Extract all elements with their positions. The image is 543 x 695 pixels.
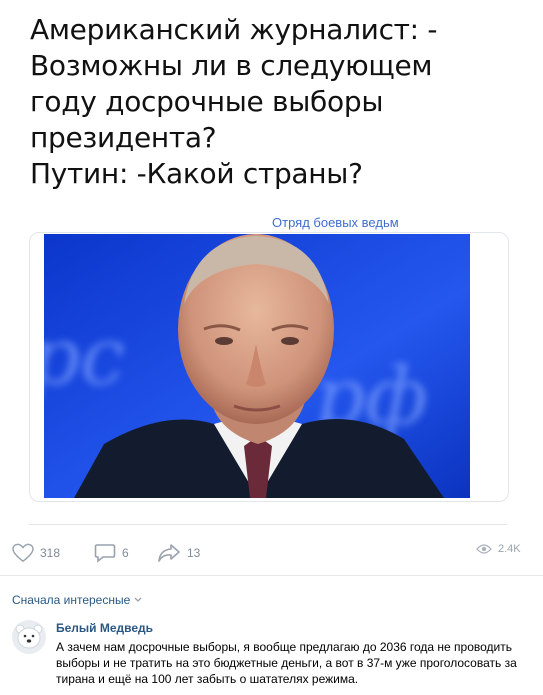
view-count: 2.4K (498, 543, 521, 555)
share-arrow-icon (158, 544, 180, 562)
repost-count: 13 (187, 546, 201, 560)
post-photo[interactable]: рс рф (44, 234, 470, 498)
backdrop-text-left: рс (44, 310, 125, 403)
meme-line: Путин: -Какой страны? (30, 157, 363, 190)
meme-line: Американский журналист: - (30, 13, 438, 46)
comment-icon (94, 544, 116, 563)
meme-line: президента? (30, 121, 217, 154)
comments-divider (0, 575, 543, 576)
chevron-down-icon (134, 597, 142, 602)
heart-icon (12, 543, 34, 563)
portrait-illustration: рс рф (44, 234, 470, 498)
views-counter: 2.4K (476, 543, 521, 555)
eye-icon (476, 544, 492, 554)
meme-caption: Американский журналист: - Возможны ли в … (30, 12, 530, 192)
like-count: 318 (40, 546, 61, 560)
meme-line: Возможны ли в следующем (30, 49, 433, 82)
like-button[interactable]: 318 (12, 543, 60, 563)
meme-line: году досрочные выборы (30, 85, 384, 118)
polar-bear-avatar-icon (12, 620, 46, 654)
meme-watermark: Отряд боевых ведьм (272, 215, 399, 230)
comment-count: 6 (122, 546, 129, 560)
comments-sort-dropdown[interactable]: Сначала интересные (12, 593, 142, 607)
comment-text: А зачем нам досрочные выборы, я вообще п… (56, 640, 517, 686)
repost-button[interactable]: 13 (157, 543, 200, 563)
avatar[interactable] (12, 620, 46, 654)
post-divider (29, 524, 507, 525)
comment-button[interactable]: 6 (94, 543, 129, 563)
comment-author-link[interactable]: Белый Медведь (56, 621, 153, 635)
sort-label: Сначала интересные (12, 593, 131, 607)
